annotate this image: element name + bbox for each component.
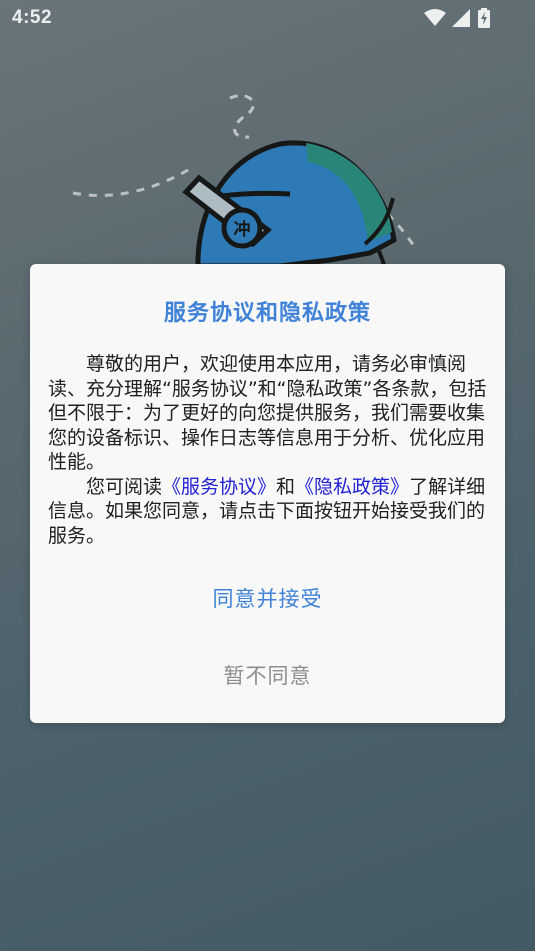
accept-button[interactable]: 同意并接受 [170,579,365,619]
decline-button[interactable]: 暂不同意 [170,656,365,696]
privacy-policy-link[interactable]: 《隐私政策》 [295,476,409,498]
intro-paragraph: 尊敬的用户，欢迎使用本应用，请务必审慎阅读、充分理解“服务协议”和“隐私政策”各… [48,353,487,473]
links-paragraph: 您可阅读《服务协议》和《隐私政策》了解详细信息。如果您同意，请点击下面按钮开始接… [48,475,488,549]
privacy-dialog: 服务协议和隐私政策 尊敬的用户，欢迎使用本应用，请务必审慎阅读、充分理解“服务协… [30,264,505,723]
paragraph-prefix: 您可阅读 [86,475,163,498]
paragraph-middle: 和 [276,475,296,498]
service-agreement-link[interactable]: 《服务协议》 [162,476,276,498]
dialog-body: 尊敬的用户，欢迎使用本应用，请务必审慎阅读、充分理解“服务协议”和“隐私政策”各… [48,352,488,548]
dialog-title: 服务协议和隐私政策 [163,301,371,326]
